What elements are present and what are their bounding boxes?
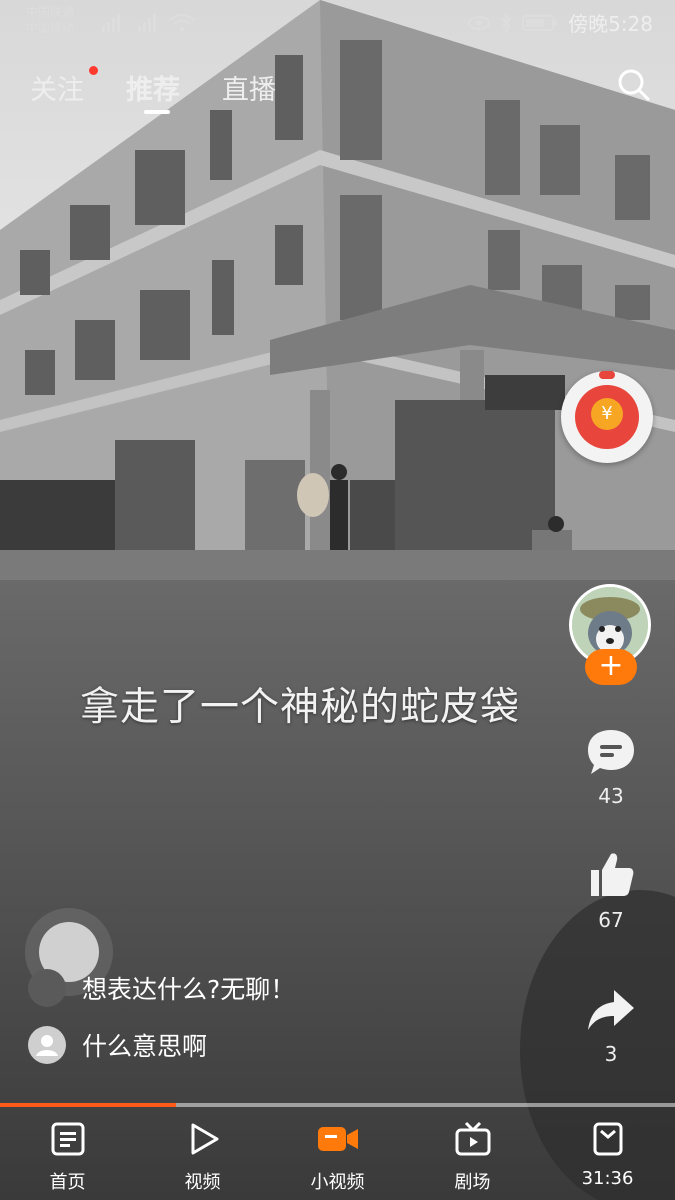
nav-theater[interactable]: 剧场 [423, 1107, 523, 1200]
comment-text: 想表达什么?无聊！ [82, 975, 296, 1004]
status-bar: 中国联通 中国移动 傍晚5:28 [0, 0, 675, 44]
clock-time: 傍晚5:28 [568, 12, 653, 36]
comment-item[interactable]: 什么意思啊 [28, 1026, 207, 1064]
share-count: 3 [604, 1042, 618, 1066]
comment-button[interactable]: 43 [580, 728, 642, 808]
search-icon[interactable] [617, 68, 651, 102]
active-tab-indicator [144, 110, 170, 114]
commenter-avatar [28, 1026, 66, 1064]
carrier-2-label: 中国移动 [26, 21, 75, 35]
tab-following[interactable]: 关注 [30, 66, 98, 107]
follow-button[interactable]: + [585, 649, 637, 685]
red-packet-flap [599, 371, 615, 379]
video-caption: 拿走了一个神秘的蛇皮袋 [80, 685, 521, 730]
bluetooth-icon [501, 12, 512, 33]
nav-theater-label: 剧场 [454, 1172, 491, 1193]
comment-count: 43 [598, 784, 624, 808]
play-icon [191, 1123, 218, 1155]
share-button[interactable]: 3 [580, 988, 642, 1066]
commenter-avatar [28, 969, 66, 1007]
status-right: 傍晚5:28 [468, 8, 653, 37]
nav-home[interactable]: 首页 [18, 1107, 118, 1200]
battery-icon [522, 14, 558, 31]
task-icon [593, 1122, 622, 1156]
nav-short-video-label: 小视频 [310, 1172, 365, 1193]
home-icon [51, 1122, 84, 1156]
notification-dot [89, 66, 98, 75]
carrier-1-label: 中国联通 [26, 5, 75, 19]
tab-recommend-label: 推荐 [126, 75, 180, 106]
tab-recommend[interactable]: 推荐 [126, 68, 180, 114]
nav-home-label: 首页 [49, 1172, 86, 1193]
top-tabs: 关注 推荐 直播 [30, 66, 276, 114]
like-count: 67 [598, 908, 624, 932]
eye-icon [468, 15, 491, 30]
thumbs-up-icon [591, 853, 634, 896]
tab-following-label: 关注 [30, 75, 84, 106]
tab-live[interactable]: 直播 [222, 68, 276, 107]
camera-icon [317, 1127, 358, 1151]
bottom-nav: 首页 视频 小视频 剧场 31:36 [0, 1107, 675, 1200]
video-frame[interactable] [0, 0, 675, 1200]
carrier-info: 中国联通 中国移动 [26, 4, 74, 36]
red-packet-button[interactable]: ¥ [561, 371, 653, 463]
like-button[interactable]: 67 [580, 850, 642, 932]
nav-task[interactable]: 31:36 [558, 1107, 658, 1200]
share-arrow-icon [588, 990, 634, 1030]
nav-task-label: 31:36 [581, 1168, 634, 1189]
comment-text: 什么意思啊 [82, 1032, 208, 1061]
nav-short-video[interactable]: 小视频 [288, 1107, 388, 1200]
nav-video[interactable]: 视频 [153, 1107, 253, 1200]
yuan-coin-icon: ¥ [591, 398, 623, 430]
comment-icon [588, 730, 634, 774]
tv-icon [455, 1121, 490, 1156]
signal-wifi-icons [102, 14, 195, 32]
comment-item[interactable]: 想表达什么?无聊！ [28, 969, 295, 1007]
tab-live-label: 直播 [222, 75, 276, 106]
nav-video-label: 视频 [184, 1172, 221, 1193]
default-user-icon [36, 1035, 58, 1056]
